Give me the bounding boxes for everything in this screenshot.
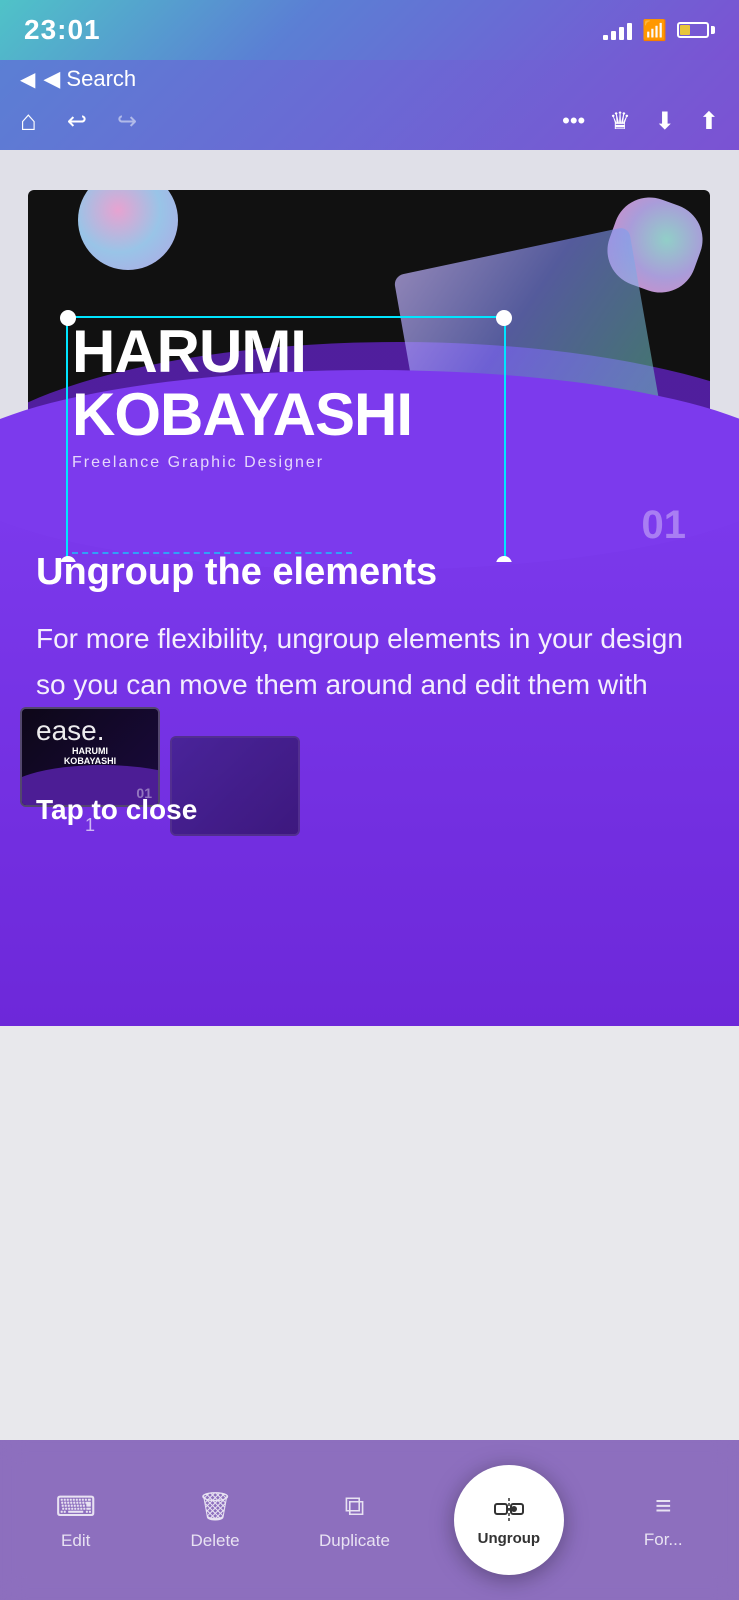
dashed-underline <box>72 552 352 554</box>
search-back-row[interactable]: ◀ ◀ Search <box>20 60 719 92</box>
toolbar-row: ⌂ ↩ ↪ ••• ♛ ⬇ ⬆ <box>20 92 719 150</box>
card-text-area: HARUMI KOBAYASHI Freelance Graphic Desig… <box>72 320 412 472</box>
holo-sphere-tl <box>78 190 178 270</box>
delete-label: Delete <box>191 1531 240 1551</box>
back-chevron-icon: ◀ <box>20 67 35 92</box>
undo-button[interactable]: ↩ <box>67 107 87 136</box>
toolbar-format[interactable]: ≡ For... <box>623 1490 703 1550</box>
card-name-line1: HARUMI <box>72 320 412 383</box>
format-icon: ≡ <box>655 1490 671 1522</box>
card-subtitle: Freelance Graphic Designer <box>72 454 412 472</box>
tooltip-title: Ungroup the elements <box>36 550 703 596</box>
search-back-label[interactable]: ◀ Search <box>43 66 136 92</box>
crown-button[interactable]: ♛ <box>609 107 631 136</box>
more-button[interactable]: ••• <box>562 108 585 134</box>
card-name-line2: KOBAYASHI <box>72 383 412 446</box>
share-button[interactable]: ⬆ <box>699 107 719 136</box>
nav-right-tools: ••• ♛ ⬇ ⬆ <box>562 107 719 136</box>
home-button[interactable]: ⌂ <box>20 105 37 137</box>
format-label: For... <box>644 1530 683 1550</box>
status-bar: 23:01 📶 <box>0 0 739 60</box>
page-number: 01 <box>642 503 687 548</box>
app-screen: 23:01 📶 ◀ ◀ Search ⌂ <box>0 0 739 1600</box>
redo-button[interactable]: ↪ <box>117 107 137 136</box>
bottom-toolbar: ⌨ Edit 🗑 Delete ⧉ Duplicate Ungroup ≡ Fo… <box>0 1440 739 1600</box>
toolbar-edit[interactable]: ⌨ Edit <box>36 1490 116 1551</box>
duplicate-label: Duplicate <box>319 1531 390 1551</box>
duplicate-icon: ⧉ <box>344 1490 364 1523</box>
status-icons: 📶 <box>603 18 715 43</box>
battery-icon <box>677 22 715 38</box>
tap-to-close[interactable]: Tap to close <box>36 794 197 825</box>
nav-left-tools: ⌂ ↩ ↪ <box>20 105 137 137</box>
tooltip-description: For more flexibility, ungroup elements i… <box>36 616 703 755</box>
download-button[interactable]: ⬇ <box>655 107 675 136</box>
ungroup-fab[interactable]: Ungroup <box>454 1465 564 1575</box>
ungroup-fab-label: Ungroup <box>478 1530 540 1547</box>
nav-bar: ◀ ◀ Search ⌂ ↩ ↪ ••• ♛ ⬇ ⬆ <box>0 60 739 150</box>
edit-label: Edit <box>61 1531 90 1551</box>
toolbar-delete[interactable]: 🗑 Delete <box>175 1490 255 1551</box>
ungroup-icon <box>493 1494 525 1526</box>
tooltip-overlay: Ungroup the elements For more flexibilit… <box>0 490 739 1026</box>
edit-icon: ⌨ <box>55 1490 95 1523</box>
wifi-icon: 📶 <box>642 18 667 43</box>
status-time: 23:01 <box>24 14 101 46</box>
signal-icon <box>603 20 632 40</box>
delete-icon: 🗑 <box>197 1490 233 1523</box>
toolbar-duplicate[interactable]: ⧉ Duplicate <box>314 1490 394 1551</box>
tooltip-content: Ungroup the elements For more flexibilit… <box>36 550 703 826</box>
